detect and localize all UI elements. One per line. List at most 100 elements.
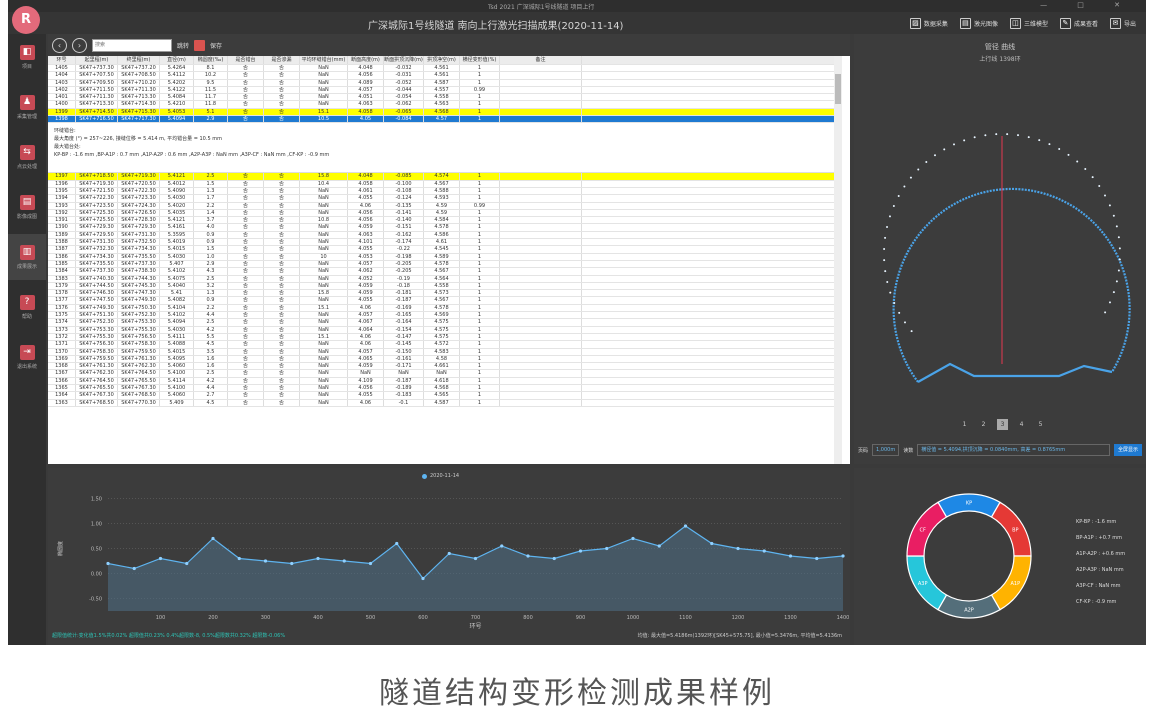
table-row[interactable]: 1364 SK47+767.30 SK47+768.50 5.4060 2.7 否否 NaN… xyxy=(48,392,842,400)
table-row[interactable]: 1395 SK47+721.50 SK47+722.30 5.4090 1.3 否否 NaN… xyxy=(48,187,842,196)
page-button[interactable]: 5 xyxy=(1035,419,1046,430)
table-row[interactable]: 1384 SK47+737.30 SK47+738.30 5.4102 4.3 否否 NaN… xyxy=(48,268,842,276)
fullscreen-button[interactable]: 全屏显示 xyxy=(1113,444,1142,456)
sidebar-item[interactable]: ▥ 成果展示 xyxy=(8,234,46,280)
table-cell: NaN xyxy=(300,209,348,217)
table-row[interactable]: 1379 SK47+744.50 SK47+745.30 5.4040 3.2 否否 NaN… xyxy=(48,282,842,291)
sidebar-item[interactable]: ♟ 采集管理 xyxy=(8,84,46,130)
donut-slice xyxy=(937,594,1001,619)
table-cell: 4.059 xyxy=(348,363,384,370)
table-row[interactable]: 1394 SK47+722.30 SK47+723.30 5.4030 1.7 否否 NaN… xyxy=(48,195,842,203)
table-row[interactable]: 1373 SK47+753.30 SK47+755.30 5.4030 4.2 否否 NaN… xyxy=(48,326,842,334)
sidebar-item[interactable]: ◧ 项目 xyxy=(8,34,46,80)
table-cell: 横径变形值(%) xyxy=(460,56,500,64)
table-cell: 否 xyxy=(228,173,264,180)
table-row[interactable]: 1396 SK47+719.30 SK47+720.50 5.4012 1.5 否否 10.… xyxy=(48,180,842,188)
table-row[interactable]: 1369 SK47+759.50 SK47+761.30 5.4095 1.6 否否 NaN… xyxy=(48,355,842,364)
table-row[interactable]: 1372 SK47+755.30 SK47+756.50 5.4111 5.5 否否 15.… xyxy=(48,333,842,342)
sidebar-item[interactable]: ⇥ 退出系统 xyxy=(8,334,46,380)
table-cell: 5.4121 xyxy=(160,173,194,180)
legend-value: NaN mm xyxy=(1101,567,1124,573)
table-row[interactable]: 1368 SK47+761.30 SK47+762.30 5.4060 1.6 否否 NaN… xyxy=(48,363,842,371)
legend-key: KP-BP xyxy=(1076,519,1091,525)
table-cell xyxy=(500,239,582,246)
toolbar-button[interactable]: ◫ 三维模型 xyxy=(1009,14,1048,32)
toolbar-button[interactable]: ✉ 导出 xyxy=(1109,14,1136,32)
table-row[interactable]: 1387 SK47+732.30 SK47+734.30 5.4015 1.5 否否 NaN… xyxy=(48,246,842,254)
table-row[interactable]: 1375 SK47+751.30 SK47+752.30 5.4102 4.4 否否 NaN… xyxy=(48,312,842,320)
page-button[interactable]: 4 xyxy=(1016,419,1027,430)
table-row[interactable]: 1388 SK47+731.30 SK47+732.50 5.4019 0.9 否否 NaN… xyxy=(48,239,842,247)
table-row[interactable]: 1401 SK47+711.30 SK47+713.30 5.4084 11.7 否否 Na… xyxy=(48,94,842,102)
prev-icon[interactable]: ‹ xyxy=(52,37,67,53)
table-cell: 1 xyxy=(460,355,500,363)
table-row[interactable]: 1386 SK47+734.30 SK47+735.50 5.4030 1.0 否否 10 4… xyxy=(48,253,842,261)
table-cell: SK47+765.50 xyxy=(118,377,160,384)
toolbar-button[interactable]: ▤ 激光图像 xyxy=(959,14,998,32)
sidebar-item[interactable]: ▤ 影像成图 xyxy=(8,184,46,230)
table-row[interactable]: 1374 SK47+752.30 SK47+753.30 5.4094 2.5 否否 NaN… xyxy=(48,319,842,327)
table-row[interactable]: 1405 SK47+737.30 SK47+737.20 5.4264 8.1 否否 NaN… xyxy=(48,65,842,73)
table-scrollbar[interactable] xyxy=(834,56,842,464)
table-cell: -0.141 xyxy=(384,209,424,217)
table-row-selected[interactable]: 1398 SK47+716.50 SK47+717.30 5.4094 2.9 否否 10.… xyxy=(48,116,842,124)
table-row[interactable]: 1383 SK47+740.30 SK47+744.30 5.4075 2.5 否否 NaN… xyxy=(48,275,842,283)
table-cell: SK47+746.30 xyxy=(76,290,118,297)
page-button[interactable]: 3 xyxy=(997,419,1008,430)
table-row[interactable]: 1390 SK47+729.30 SK47+729.30 5.4161 4.0 否否 NaN… xyxy=(48,224,842,232)
table-cell: 1 xyxy=(460,304,500,312)
sidebar-item[interactable]: ? 帮助 xyxy=(8,284,46,330)
toolbar-button-label: 三维模型 xyxy=(1023,20,1048,28)
data-point xyxy=(683,524,688,528)
table-cell: -0.108 xyxy=(384,187,424,195)
table-row[interactable]: 1404 SK47+707.50 SK47+708.50 5.4112 10.2 否否 Na… xyxy=(48,72,842,80)
table-row[interactable]: 1365 SK47+765.50 SK47+767.30 5.4100 4.4 否否 NaN… xyxy=(48,384,842,393)
table-row[interactable]: 1393 SK47+723.50 SK47+724.30 5.4020 2.2 否否 NaN… xyxy=(48,202,842,210)
table-row[interactable]: 1389 SK47+729.50 SK47+731.30 5.3595 0.9 否否 NaN… xyxy=(48,231,842,240)
table-cell: 椭圆度(‰) xyxy=(194,56,228,64)
table-row[interactable]: 1376 SK47+749.30 SK47+750.30 5.4104 2.2 否否 15.… xyxy=(48,304,842,313)
sidebar-item[interactable]: ⇆ 点云处理 xyxy=(8,134,46,180)
table-row[interactable]: 1366 SK47+764.50 SK47+765.50 5.4114 4.2 否否 NaN… xyxy=(48,377,842,385)
table-cell: 1 xyxy=(460,195,500,202)
data-point xyxy=(290,561,294,566)
joint-note: 环缝错台: 最大角度 (°) = 257~226, 接缝位移 = 5.414 m,… xyxy=(48,123,842,174)
toolbar-button[interactable]: ▨ 数据采集 xyxy=(909,14,948,32)
window-controls[interactable]: — □ ✕ xyxy=(1040,1,1134,9)
table-row[interactable]: 1391 SK47+725.50 SK47+728.30 5.4121 3.7 否否 10.… xyxy=(48,217,842,225)
table-row-highlight[interactable]: 1397 SK47+718.50 SK47+719.30 5.4121 2.5 否否 15.… xyxy=(48,173,842,181)
table-row[interactable]: 1402 SK47+711.50 SK47+711.30 5.4122 11.5 否否 Na… xyxy=(48,86,842,95)
ctrl-value[interactable]: 1,000m xyxy=(872,444,900,456)
table-cell: NaN xyxy=(300,224,348,231)
table-row[interactable]: 1370 SK47+758.30 SK47+759.50 5.4015 3.5 否否 NaN… xyxy=(48,348,842,356)
table-cell: 5.41 xyxy=(160,290,194,297)
table-cell: 1 xyxy=(460,209,500,217)
search-input[interactable] xyxy=(92,38,172,52)
table-row-highlight[interactable]: 1399 SK47+714.50 SK47+715.30 5.4053 5.1 否否 15.… xyxy=(48,108,842,117)
toolbar-button[interactable]: ✎ 成果查看 xyxy=(1059,14,1098,32)
page-button[interactable]: 1 xyxy=(959,419,970,430)
table-row[interactable]: 1403 SK47+709.50 SK47+710.20 5.4202 9.5 否否 NaN… xyxy=(48,79,842,87)
jump-button[interactable]: 跳转 xyxy=(177,41,189,50)
table-cell: 1401 xyxy=(48,94,76,101)
table-row[interactable]: 1371 SK47+756.30 SK47+758.30 5.4088 4.5 否否 NaN… xyxy=(48,341,842,349)
table-row[interactable]: 1378 SK47+746.30 SK47+747.30 5.41 1.3 否否 15.8 4… xyxy=(48,290,842,298)
save-button[interactable]: 保存 xyxy=(210,41,222,50)
table-cell: 1 xyxy=(460,72,500,79)
table-row[interactable]: 1377 SK47+747.50 SK47+749.30 5.4082 0.9 否否 NaN… xyxy=(48,297,842,305)
scroll-thumb[interactable] xyxy=(835,74,841,104)
next-icon[interactable]: › xyxy=(72,37,87,53)
table-cell: 15.8 xyxy=(300,173,348,180)
table-row[interactable]: 1392 SK47+725.30 SK47+726.50 5.4035 1.4 否否 NaN… xyxy=(48,209,842,218)
profile-point xyxy=(1104,194,1107,197)
table-cell: 否 xyxy=(228,195,264,202)
page-button[interactable]: 2 xyxy=(978,419,989,430)
stats-left: 超限值统计:变化值1.5%共0.02% 超限值共0.23% 0.4%超限数-8,… xyxy=(52,633,286,639)
save-icon[interactable] xyxy=(194,39,206,51)
table-cell: 1398 xyxy=(48,116,76,123)
table-row[interactable]: 1400 SK47+713.30 SK47+714.30 5.4210 11.8 否否 Na… xyxy=(48,101,842,109)
table-row[interactable]: 1367 SK47+762.30 SK47+764.50 5.4100 2.5 否否 NaN… xyxy=(48,370,842,378)
profile-point xyxy=(963,139,966,142)
table-row[interactable]: 1385 SK47+735.50 SK47+737.30 5.407 2.9 否否 NaN 4… xyxy=(48,260,842,269)
table-row[interactable]: 1363 SK47+768.50 SK47+770.30 5.409 4.5 否否 NaN 4… xyxy=(48,399,842,407)
